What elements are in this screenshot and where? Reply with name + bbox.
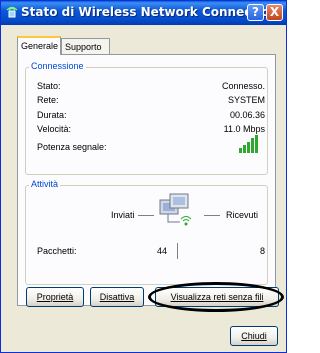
status-value: Connesso. <box>221 81 265 91</box>
signal-strength-icon <box>239 135 258 153</box>
duration-label: Durata: <box>37 110 67 120</box>
tab-panel-generale: Connessione Stato: Connesso. Rete: SYSTE… <box>17 54 276 306</box>
activity-group <box>25 185 268 285</box>
duration-value: 00.06.36 <box>229 110 265 120</box>
highlight-ellipse <box>148 282 284 312</box>
network-value: SYSTEM <box>227 95 265 105</box>
close-button-label: Chiudi <box>241 331 267 341</box>
close-window-button[interactable]: X <box>266 4 283 21</box>
help-button[interactable]: ? <box>247 4 264 21</box>
received-line <box>204 215 220 216</box>
window-title: Stato di Wireless Network Connection <box>21 5 278 19</box>
network-activity-icon <box>159 193 192 226</box>
received-label: Ricevuti <box>226 210 259 220</box>
properties-button-label: Proprietà <box>36 292 74 302</box>
sent-line <box>138 215 154 216</box>
close-button[interactable]: Chiudi <box>230 326 278 346</box>
packets-sent-value: 44 <box>156 246 167 256</box>
wireless-connection-icon <box>6 6 18 18</box>
signal-strength-label: Potenza segnale: <box>37 142 107 152</box>
status-label: Stato: <box>37 81 61 91</box>
network-label: Rete: <box>37 95 59 105</box>
activity-group-label: Attività <box>29 179 61 190</box>
tab-generale[interactable]: Generale <box>17 36 61 55</box>
connection-group-label: Connessione <box>29 61 86 72</box>
disable-button-label: Disattiva <box>99 292 135 302</box>
title-bar[interactable]: Stato di Wireless Network Connection ? X <box>1 1 286 25</box>
packets-received-value: 8 <box>259 246 265 256</box>
packets-label: Pacchetti: <box>37 246 77 256</box>
packets-divider <box>177 243 178 259</box>
properties-button[interactable]: Proprietà <box>26 287 84 307</box>
status-dialog: Stato di Wireless Network Connection ? X… <box>0 0 287 353</box>
sent-label: Inviati <box>111 210 135 220</box>
disable-button[interactable]: Disattiva <box>90 287 144 307</box>
speed-label: Velocità: <box>37 124 72 134</box>
